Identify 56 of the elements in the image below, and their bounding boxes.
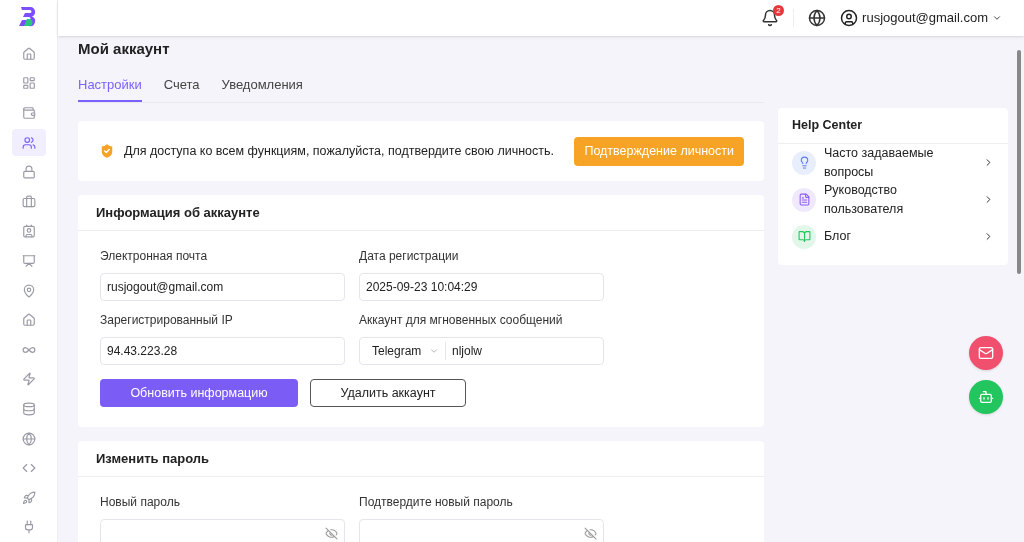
password-field[interactable]	[100, 519, 345, 542]
tab[interactable]: Настройки	[78, 74, 142, 102]
notification-badge: 2	[773, 5, 785, 16]
messenger-type[interactable]: Telegram	[360, 342, 446, 360]
help-link[interactable]: Руководство пользователя	[778, 181, 1008, 218]
contact-icon	[21, 224, 36, 239]
dashboard-icon	[21, 76, 36, 91]
map-pin-icon	[21, 283, 36, 298]
delete-account-button[interactable]: Удалить аккаунт	[310, 379, 466, 407]
home-icon	[21, 46, 36, 61]
eye-off-icon[interactable]	[584, 526, 597, 540]
input-field[interactable]: 94.43.223.28	[100, 337, 345, 365]
user-menu[interactable]: rusjogout@gmail.com	[840, 8, 1002, 28]
help-link[interactable]: Часто задаваемые вопросы	[778, 144, 1008, 181]
shield-icon	[98, 142, 116, 160]
messenger-value: nljolw	[451, 343, 482, 360]
bot-icon	[978, 389, 994, 405]
field-label: Аккаунт для мгновенных сообщений	[359, 312, 564, 329]
eye-off-icon[interactable]	[325, 526, 338, 540]
help-link[interactable]: Блог	[778, 218, 1008, 255]
sidebar-item[interactable]	[11, 129, 46, 156]
field-label: Новый пароль	[100, 494, 181, 511]
briefcase-icon	[21, 194, 36, 209]
database-icon	[21, 401, 36, 416]
lightning-icon	[21, 372, 36, 387]
mail-button[interactable]	[969, 336, 1003, 370]
bell-icon[interactable]	[761, 9, 780, 27]
chevron-down-icon	[429, 346, 439, 356]
messenger-field[interactable]: Telegram nljolw	[359, 337, 604, 365]
wallet-icon	[21, 106, 36, 120]
tab[interactable]: Уведомления	[221, 74, 303, 102]
verification-message: Для доступа ко всем функциям, пожалуйста, подтвердите свою личность.	[124, 142, 555, 160]
card-title: Изменить пароль	[96, 449, 210, 468]
input-field[interactable]: rusjogout@gmail.com	[100, 273, 345, 301]
rocket-icon	[21, 490, 36, 505]
card-title: Информация об аккаунте	[96, 203, 260, 222]
field-label: Зарегистрированный IP	[100, 312, 234, 329]
presentation-icon	[21, 253, 36, 268]
input-field[interactable]: 2025-09-23 10:04:29	[359, 273, 604, 301]
card-title: Help Center	[792, 117, 863, 135]
mail-icon	[978, 345, 994, 361]
update-info-button[interactable]: Обновить информацию	[100, 379, 298, 407]
chat-bot-button[interactable]	[969, 380, 1003, 414]
page-title: Мой аккаунт	[78, 39, 171, 59]
tab[interactable]: Счета	[163, 74, 200, 102]
field-label: Электронная почта	[100, 248, 209, 265]
globe-icon	[21, 431, 36, 446]
field-label: Дата регистрации	[359, 248, 460, 265]
user-icon	[840, 9, 859, 27]
users-icon	[21, 135, 36, 150]
house-icon	[21, 313, 36, 328]
globe-icon[interactable]	[808, 9, 827, 27]
chevron-down-icon	[992, 13, 1002, 23]
field-label: Подтвердите новый пароль	[359, 494, 514, 511]
lock-icon	[21, 165, 36, 180]
password-field[interactable]	[359, 519, 604, 542]
